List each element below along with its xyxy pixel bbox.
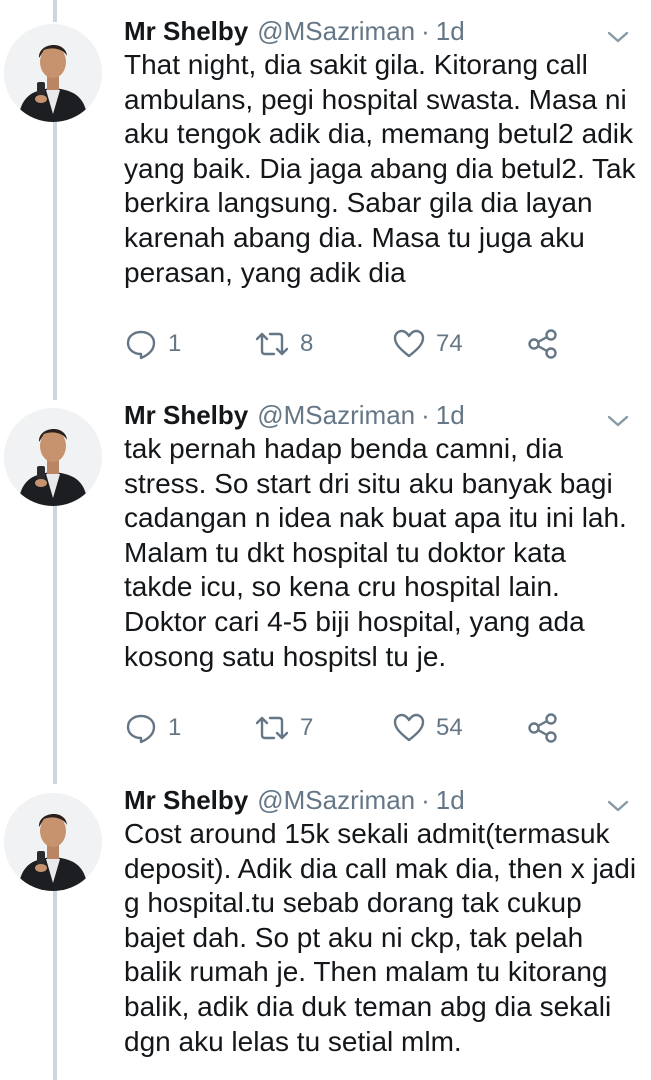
- author-name[interactable]: Mr Shelby: [124, 396, 248, 434]
- like-button[interactable]: 74: [392, 324, 463, 364]
- profile-photo: [4, 408, 102, 506]
- tweet-header: Mr Shelby @MSazriman · 1d: [124, 12, 465, 50]
- retweet-button[interactable]: 7: [254, 708, 313, 748]
- separator-dot: ·: [421, 400, 430, 430]
- tweet-text-line: aku tengok adik dia, memang betul2 adik: [124, 118, 633, 150]
- tweet-text-line: g hospital.tu sebab dorang tak cukup: [124, 887, 582, 919]
- avatar[interactable]: [4, 408, 102, 506]
- avatar[interactable]: [4, 24, 102, 122]
- author-handle[interactable]: @MSazriman: [257, 781, 415, 819]
- tweet-text: Cost around 15k sekali admit(termasuk de…: [124, 817, 637, 1059]
- separator-dot: ·: [421, 16, 430, 46]
- share-button[interactable]: [526, 324, 560, 364]
- tweet-text-line: yang baik. Dia jaga abang dia betul2. Ta…: [124, 152, 636, 184]
- tweet-text-line: takde icu, so kena cru hospital lain.: [124, 571, 560, 603]
- tweet-text-line: bajet dah. So pt aku ni ckp, tak pelah: [124, 921, 584, 953]
- tweet-text-line: tak pernah hadap benda camni, dia: [124, 433, 563, 464]
- author-handle[interactable]: @MSazriman: [257, 12, 415, 50]
- timestamp[interactable]: 1d: [436, 12, 465, 50]
- reply-button[interactable]: 1: [124, 708, 181, 748]
- tweet-text-line: deposit). Adik dia call mak dia, then x …: [124, 852, 637, 884]
- tweet-text-line: berkira langsung. Sabar gila dia layan: [124, 187, 593, 219]
- tweet-text-line: stress. So start dri situ aku banyak bag…: [124, 467, 613, 499]
- reply-count: 1: [168, 714, 182, 741]
- tweet-actions: 1 7 54: [124, 708, 584, 748]
- tweet-text-line: ambulans, pegi hospital swasta. Masa ni: [124, 83, 627, 115]
- like-count: 74: [436, 330, 463, 357]
- tweet-text-line: dgn aku lelas tu setial mlm.: [124, 1025, 462, 1057]
- tweet[interactable]: Mr Shelby @MSazriman · 1d Cost around 15…: [0, 781, 651, 1080]
- tweet-text-line: That night, dia sakit gila. Kitorang cal…: [124, 49, 588, 80]
- tweet-text-line: karenah abang dia. Masa tu juga aku: [124, 221, 585, 253]
- tweet-text-line: balik rumah je. Then malam tu kitorang: [124, 956, 608, 988]
- tweet-text-line: perasan, yang adik dia: [124, 256, 406, 288]
- share-nodes-icon: [528, 713, 557, 743]
- tweet-text: tak pernah hadap benda camni, dia stress…: [124, 432, 634, 674]
- tweet-header: Mr Shelby @MSazriman · 1d: [124, 781, 465, 819]
- tweet-text-line: kosong satu hospitsl tu je.: [124, 640, 447, 672]
- share-button[interactable]: [526, 708, 560, 748]
- speech-bubble-icon: [126, 330, 156, 360]
- tweet-text-line: balik, adik dia duk teman abg dia sekali: [124, 990, 612, 1022]
- reply-count: 1: [168, 330, 182, 357]
- timestamp[interactable]: 1d: [436, 396, 465, 434]
- profile-photo: [4, 793, 102, 891]
- like-button[interactable]: 54: [392, 708, 463, 748]
- speech-bubble-icon: [126, 714, 156, 744]
- heart-icon: [393, 713, 425, 742]
- like-count: 54: [436, 714, 463, 741]
- retweet-count: 7: [300, 714, 314, 741]
- tweet-text-line: Malam tu dkt hospital tu doktor kata: [124, 536, 566, 568]
- retweet-button[interactable]: 8: [254, 324, 313, 364]
- tweet[interactable]: Mr Shelby @MSazriman · 1d tak pernah had…: [0, 396, 651, 776]
- share-nodes-icon: [528, 329, 557, 359]
- reply-button[interactable]: 1: [124, 324, 181, 364]
- tweet-text-line: cadangan n idea nak buat apa itu ini lah…: [124, 502, 627, 534]
- avatar[interactable]: [4, 793, 102, 891]
- tweet-text-line: Cost around 15k sekali admit(termasuk: [124, 818, 610, 849]
- profile-photo: [4, 24, 102, 122]
- tweet[interactable]: Mr Shelby @MSazriman · 1d That night, di…: [0, 12, 651, 392]
- retweet-count: 8: [300, 330, 314, 357]
- author-handle[interactable]: @MSazriman: [257, 396, 415, 434]
- tweet-text: That night, dia sakit gila. Kitorang cal…: [124, 48, 636, 290]
- author-name[interactable]: Mr Shelby: [124, 12, 248, 50]
- retweet-arrows-icon: [255, 716, 289, 740]
- tweet-text-line: Doktor cari 4-5 biji hospital, yang ada: [124, 605, 585, 637]
- author-name[interactable]: Mr Shelby: [124, 781, 248, 819]
- retweet-arrows-icon: [255, 332, 289, 356]
- tweet-actions: 1 8 74: [124, 324, 584, 364]
- timestamp[interactable]: 1d: [436, 781, 465, 819]
- heart-icon: [393, 329, 425, 358]
- separator-dot: ·: [421, 785, 430, 815]
- tweet-header: Mr Shelby @MSazriman · 1d: [124, 396, 465, 434]
